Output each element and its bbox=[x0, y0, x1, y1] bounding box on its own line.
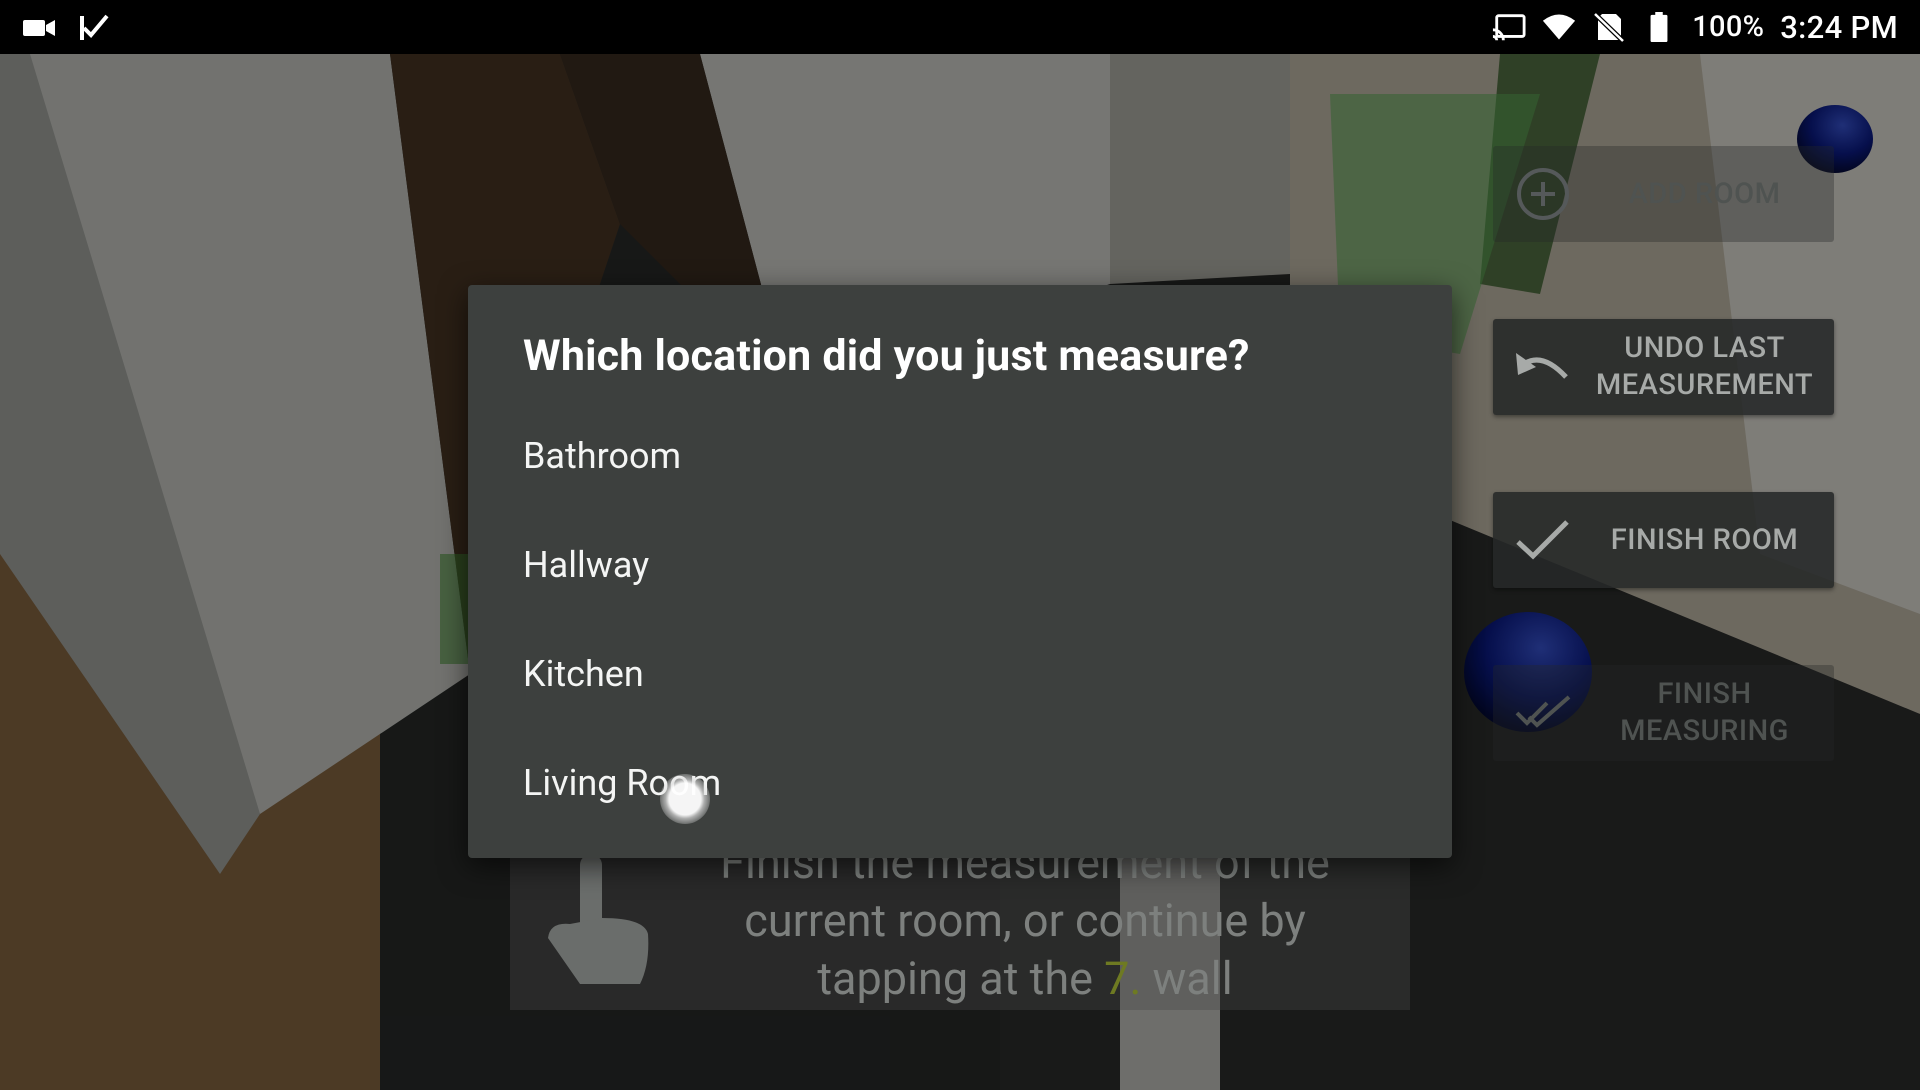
undo-icon bbox=[1516, 353, 1568, 379]
undo-last-measurement-button[interactable]: UNDO LAST MEASUREMENT bbox=[1493, 319, 1834, 415]
checkmark-flag-icon bbox=[80, 14, 109, 40]
finish-measuring-label: FINISH MEASURING bbox=[1620, 677, 1789, 748]
option-label: Bathroom bbox=[523, 435, 682, 477]
option-kitchen[interactable]: Kitchen bbox=[468, 623, 1452, 732]
battery-icon bbox=[1650, 12, 1668, 42]
option-bathroom[interactable]: Bathroom bbox=[468, 405, 1452, 514]
hint-line-2: current room, or continue by bbox=[744, 894, 1306, 947]
add-room-button[interactable]: ADD ROOM bbox=[1493, 146, 1834, 242]
no-sim-icon bbox=[1593, 12, 1625, 42]
video-camera-icon bbox=[23, 20, 55, 36]
wall-number: 7. bbox=[1104, 952, 1142, 1005]
finish-room-label: FINISH ROOM bbox=[1610, 522, 1799, 557]
undo-label: UNDO LAST MEASUREMENT bbox=[1595, 331, 1814, 402]
status-bar: 100% 3:24 PM bbox=[0, 0, 1920, 54]
cast-icon bbox=[1492, 14, 1526, 41]
add-circle-icon bbox=[1517, 168, 1569, 220]
battery-percent: 100% bbox=[1692, 10, 1765, 44]
location-dialog: Which location did you just measure? Bat… bbox=[468, 285, 1452, 858]
double-check-icon bbox=[1515, 695, 1571, 728]
finish-measuring-button[interactable]: FINISH MEASURING bbox=[1493, 665, 1834, 761]
hint-text: Finish the measurement of the current ro… bbox=[660, 834, 1390, 1008]
hint-line-3: tapping at the 7. wall bbox=[660, 950, 1390, 1008]
hint-line-3-suffix: wall bbox=[1141, 952, 1233, 1005]
tap-hand-icon bbox=[548, 854, 649, 984]
clock: 3:24 PM bbox=[1780, 8, 1898, 46]
check-icon bbox=[1516, 520, 1569, 560]
instruction-hint: Finish the measurement of the current ro… bbox=[510, 834, 1410, 1010]
option-living-room[interactable]: Living Room bbox=[468, 732, 1452, 841]
option-label: Kitchen bbox=[523, 653, 644, 695]
hint-line-3-prefix: tapping at the bbox=[817, 952, 1105, 1005]
option-label: Hallway bbox=[523, 544, 650, 586]
dialog-title: Which location did you just measure? bbox=[523, 331, 1250, 381]
option-hallway[interactable]: Hallway bbox=[468, 514, 1452, 623]
touch-indicator bbox=[660, 774, 710, 824]
wifi-icon bbox=[1543, 14, 1576, 40]
finish-room-button[interactable]: FINISH ROOM bbox=[1493, 492, 1834, 588]
add-room-label: ADD ROOM bbox=[1628, 176, 1781, 211]
